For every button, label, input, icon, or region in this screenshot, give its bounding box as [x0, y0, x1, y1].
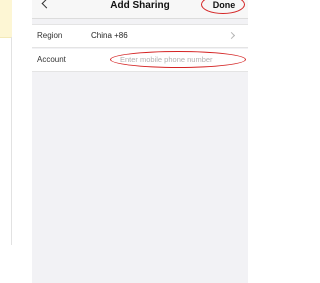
region-row[interactable]: Region China +86	[32, 24, 248, 48]
chevron-right-icon	[227, 31, 236, 40]
background-accent-banner	[0, 0, 12, 38]
region-label: Region	[37, 31, 63, 40]
done-button[interactable]: Done	[205, 0, 243, 13]
region-value: China +86	[91, 31, 128, 40]
add-sharing-screen: Add Sharing Done Region China +86 Accoun…	[32, 0, 248, 283]
navigation-bar: Add Sharing Done	[32, 0, 248, 19]
chevron-left-icon	[41, 0, 52, 9]
background-page-strip	[0, 0, 12, 283]
phone-number-input[interactable]	[120, 54, 244, 65]
back-button[interactable]	[39, 0, 59, 16]
page-title: Add Sharing	[110, 0, 170, 11]
account-row: Account	[32, 49, 248, 72]
background-divider	[11, 37, 12, 245]
account-label: Account	[37, 55, 66, 64]
